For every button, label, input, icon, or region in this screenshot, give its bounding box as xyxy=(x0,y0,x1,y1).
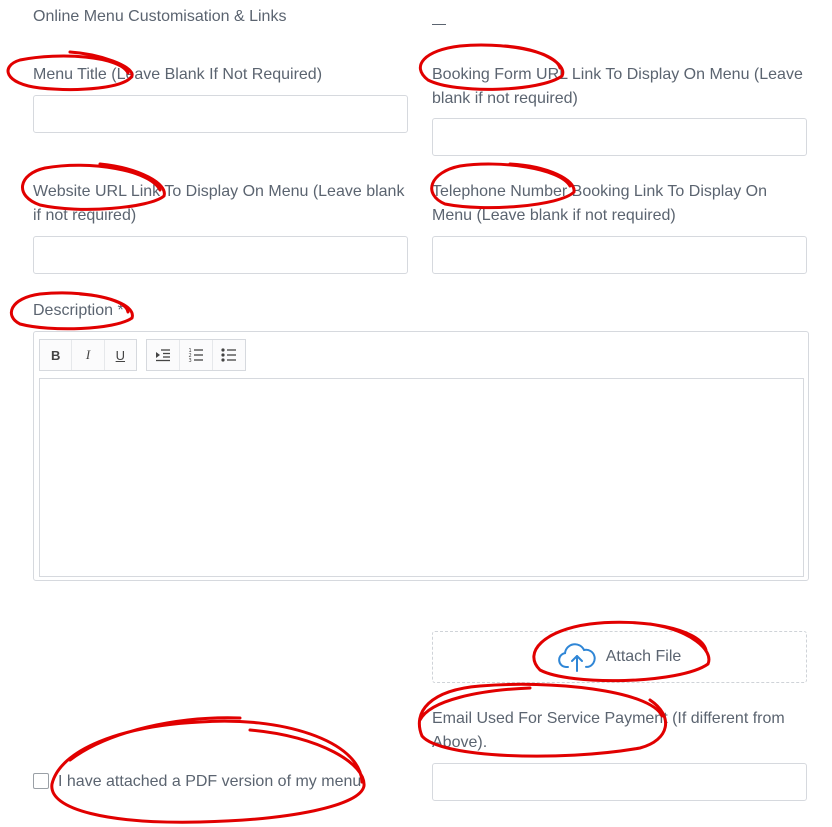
description-editor: B I U 123 xyxy=(33,331,809,581)
bold-button[interactable]: B xyxy=(40,340,71,370)
collapse-dash-icon[interactable] xyxy=(432,24,446,25)
attach-file-label: Attach File xyxy=(605,648,682,665)
telephone-booking-label: Telephone Number Booking Link To Display… xyxy=(432,183,768,224)
numbered-list-button[interactable]: 123 xyxy=(179,340,212,370)
indent-button[interactable] xyxy=(147,340,179,370)
indent-icon xyxy=(156,349,170,362)
numbered-list-icon: 123 xyxy=(189,348,203,362)
cloud-upload-icon xyxy=(557,643,596,672)
bullet-list-icon xyxy=(221,348,236,362)
underline-button[interactable]: U xyxy=(103,340,136,370)
website-url-input[interactable] xyxy=(33,236,408,274)
telephone-booking-input[interactable] xyxy=(432,236,807,274)
website-url-label: Website URL Link To Display On Menu (Lea… xyxy=(33,183,405,224)
description-label: Description * xyxy=(33,302,124,319)
attach-file-button[interactable]: Attach File xyxy=(432,631,807,683)
svg-text:3: 3 xyxy=(189,358,192,362)
pdf-attached-checkbox[interactable] xyxy=(33,773,49,789)
service-payment-email-input[interactable] xyxy=(432,763,807,801)
list-toolbar: 123 xyxy=(146,339,246,371)
booking-form-url-label: Booking Form URL Link To Display On Menu… xyxy=(432,66,803,107)
booking-form-url-input[interactable] xyxy=(432,118,807,156)
menu-title-input[interactable] xyxy=(33,95,408,133)
service-payment-email-label: Email Used For Service Payment (If diffe… xyxy=(432,710,785,751)
section-title: Online Menu Customisation & Links xyxy=(33,8,287,25)
description-textarea[interactable] xyxy=(39,378,804,577)
menu-title-label: Menu Title (Leave Blank If Not Required) xyxy=(33,66,323,83)
format-toolbar: B I U xyxy=(39,339,137,371)
bullet-list-button[interactable] xyxy=(212,340,245,370)
italic-button[interactable]: I xyxy=(71,340,103,370)
pdf-attached-label[interactable]: I have attached a PDF version of my menu… xyxy=(58,770,366,794)
